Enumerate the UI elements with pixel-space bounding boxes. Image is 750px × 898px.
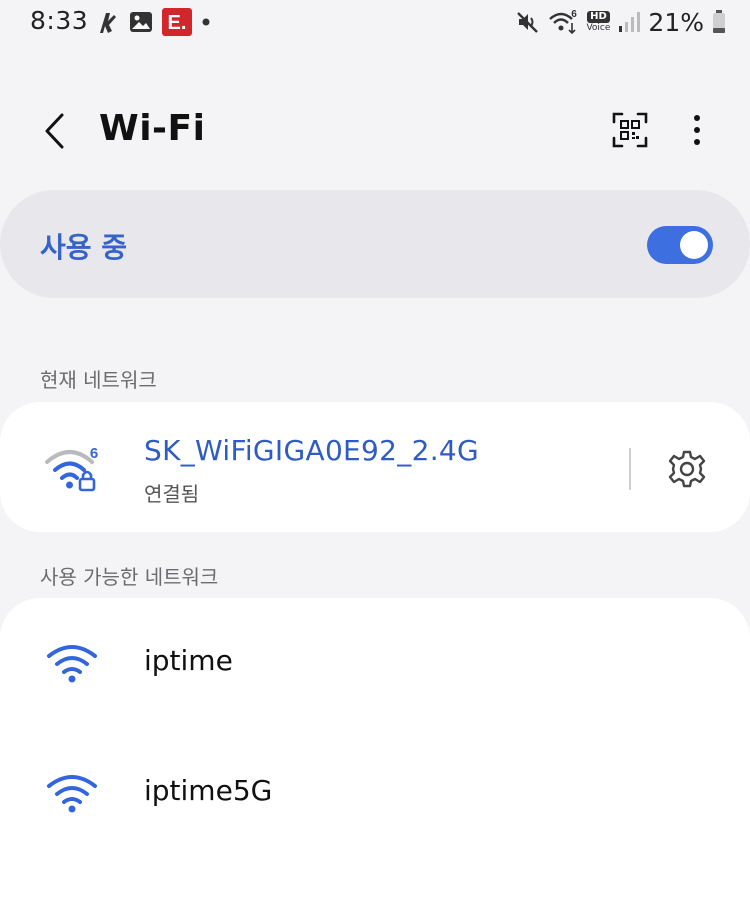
- network-name: iptime5G: [144, 774, 273, 807]
- app-header: Wi-Fi: [0, 90, 750, 172]
- available-networks-list: iptime iptime5G: [0, 598, 750, 898]
- gear-icon: [668, 450, 706, 488]
- battery-icon: [712, 10, 726, 34]
- hd-voice-icon: HD Voice: [586, 11, 610, 33]
- voice-label: Voice: [586, 23, 611, 33]
- app-notification-badge-text: E.: [168, 12, 187, 34]
- current-network-name: SK_WiFiGIGA0E92_2.4G: [144, 434, 479, 467]
- page-title: Wi-Fi: [99, 108, 206, 149]
- status-time: 8:33: [30, 6, 89, 35]
- chevron-left-icon: [45, 113, 64, 149]
- list-item-network[interactable]: iptime: [0, 598, 750, 728]
- more-options-button[interactable]: [682, 110, 712, 150]
- wifi-6-icon: 6: [548, 9, 578, 35]
- svg-text:6: 6: [572, 9, 578, 20]
- app-notification-icon: E.: [162, 8, 192, 36]
- wifi-icon: [46, 642, 98, 684]
- wifi-status-label: 사용 중: [40, 231, 128, 264]
- mute-icon: [516, 10, 540, 34]
- wifi-toggle-switch[interactable]: [647, 226, 713, 264]
- cell-signal-icon: [618, 11, 641, 33]
- gallery-icon: [129, 10, 153, 34]
- status-notification-icons: E.: [96, 8, 211, 36]
- current-network-card[interactable]: 6 SK_WiFiGIGA0E92_2.4G 연결됨: [0, 402, 750, 532]
- wifi-master-toggle-row[interactable]: 사용 중: [0, 190, 750, 298]
- status-bar: 8:33 E. 6 HD Voice 21%: [0, 0, 750, 46]
- more-vertical-icon: [694, 115, 700, 145]
- available-networks-header: 사용 가능한 네트워크: [40, 565, 219, 589]
- divider: [629, 448, 631, 490]
- battery-percent: 21%: [648, 7, 704, 37]
- status-system-icons: 6 HD Voice 21%: [516, 6, 726, 38]
- network-name: iptime: [144, 644, 233, 677]
- qr-scan-button[interactable]: [610, 110, 650, 150]
- list-item-network[interactable]: iptime5G: [0, 728, 750, 858]
- network-settings-button[interactable]: [664, 446, 710, 492]
- gesture-app-icon: [96, 9, 120, 35]
- toggle-knob: [680, 231, 708, 259]
- current-network-status: 연결됨: [144, 482, 200, 506]
- current-network-header: 현재 네트워크: [40, 368, 157, 392]
- hd-label: HD: [587, 11, 610, 23]
- qr-scan-icon: [612, 112, 648, 148]
- back-button[interactable]: [34, 108, 74, 154]
- wifi-standard-label: 6: [90, 445, 98, 462]
- wifi-icon: [46, 772, 98, 814]
- more-notifications-dot: [201, 17, 211, 27]
- wifi-locked-icon: 6: [44, 440, 102, 494]
